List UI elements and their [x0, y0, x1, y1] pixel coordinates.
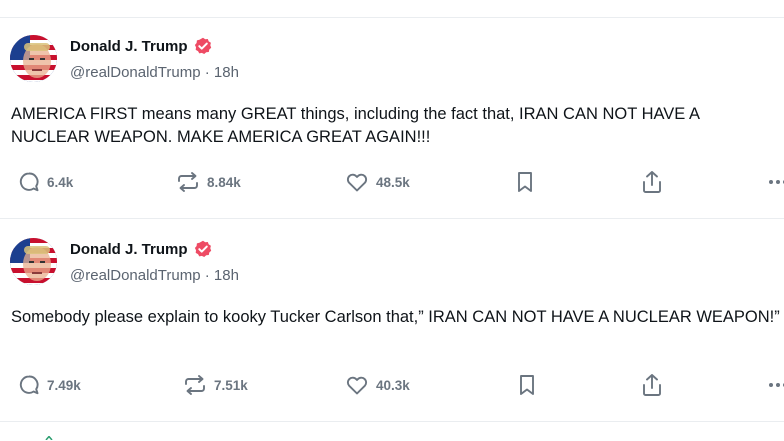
like-icon [346, 173, 368, 192]
author-name-text: Donald J. Trump [70, 240, 188, 258]
like-button[interactable]: 40.3k [345, 371, 410, 399]
more-dot [769, 180, 773, 184]
like-count: 40.3k [376, 377, 410, 393]
avatar-image [10, 35, 57, 82]
author-name[interactable]: Donald J. Trump [70, 240, 212, 258]
author-avatar[interactable] [10, 35, 57, 82]
post-actions: 6.4k 8.84k 48.5k [0, 168, 784, 196]
post-divider [0, 218, 784, 219]
more-icon[interactable] [769, 180, 784, 184]
next-post-peek-icon [45, 436, 53, 440]
repost-button[interactable]: 7.51k [183, 371, 248, 399]
separator-dot: · [204, 64, 210, 81]
handle-line: @realDonaldTrump · 18h [70, 64, 239, 81]
post-text: AMERICA FIRST means many GREAT things, i… [11, 105, 700, 146]
author-avatar[interactable] [10, 238, 57, 285]
more-dot [776, 383, 780, 387]
post-2[interactable]: Donald J. Trump @realDonaldTrump · 18h S… [0, 221, 784, 421]
handle-line: @realDonaldTrump · 18h [70, 267, 239, 284]
like-icon [346, 376, 368, 395]
reply-count: 7.49k [47, 377, 81, 393]
share-button[interactable] [640, 168, 664, 196]
repost-icon [185, 375, 205, 395]
reply-count: 6.4k [47, 174, 74, 190]
more-dot [769, 383, 773, 387]
post-text: Somebody please explain to kooky Tucker … [11, 308, 780, 326]
post-1[interactable]: Donald J. Trump @realDonaldTrump · 18h A… [0, 18, 784, 218]
post-time[interactable]: 18h [214, 267, 239, 284]
separator-dot: · [204, 267, 210, 284]
bookmark-button[interactable] [517, 371, 537, 399]
repost-icon [178, 172, 198, 192]
reply-icon [19, 375, 39, 395]
reply-button[interactable]: 6.4k [18, 168, 73, 196]
share-icon [643, 171, 661, 193]
more-icon[interactable] [769, 383, 784, 387]
repost-count: 7.51k [214, 377, 248, 393]
like-count: 48.5k [376, 174, 410, 190]
author-handle[interactable]: @realDonaldTrump [70, 64, 201, 81]
verified-badge-icon [194, 37, 211, 54]
post-actions: 7.49k 7.51k 40.3k [0, 371, 784, 399]
post-divider [0, 421, 784, 422]
post-time[interactable]: 18h [214, 64, 239, 81]
repost-count: 8.84k [207, 174, 241, 190]
reply-button[interactable]: 7.49k [18, 371, 81, 399]
repost-button[interactable]: 8.84k [176, 168, 241, 196]
author-name-text: Donald J. Trump [70, 37, 188, 55]
bookmark-icon [518, 172, 532, 192]
verified-badge-icon [194, 240, 211, 257]
bookmark-icon [520, 375, 534, 395]
author-name[interactable]: Donald J. Trump [70, 37, 212, 55]
share-icon [643, 374, 661, 396]
reply-icon [19, 172, 39, 192]
bookmark-button[interactable] [515, 168, 535, 196]
more-dot [776, 180, 780, 184]
avatar-image [10, 238, 57, 285]
author-handle[interactable]: @realDonaldTrump [70, 267, 201, 284]
like-button[interactable]: 48.5k [345, 168, 410, 196]
share-button[interactable] [640, 371, 664, 399]
